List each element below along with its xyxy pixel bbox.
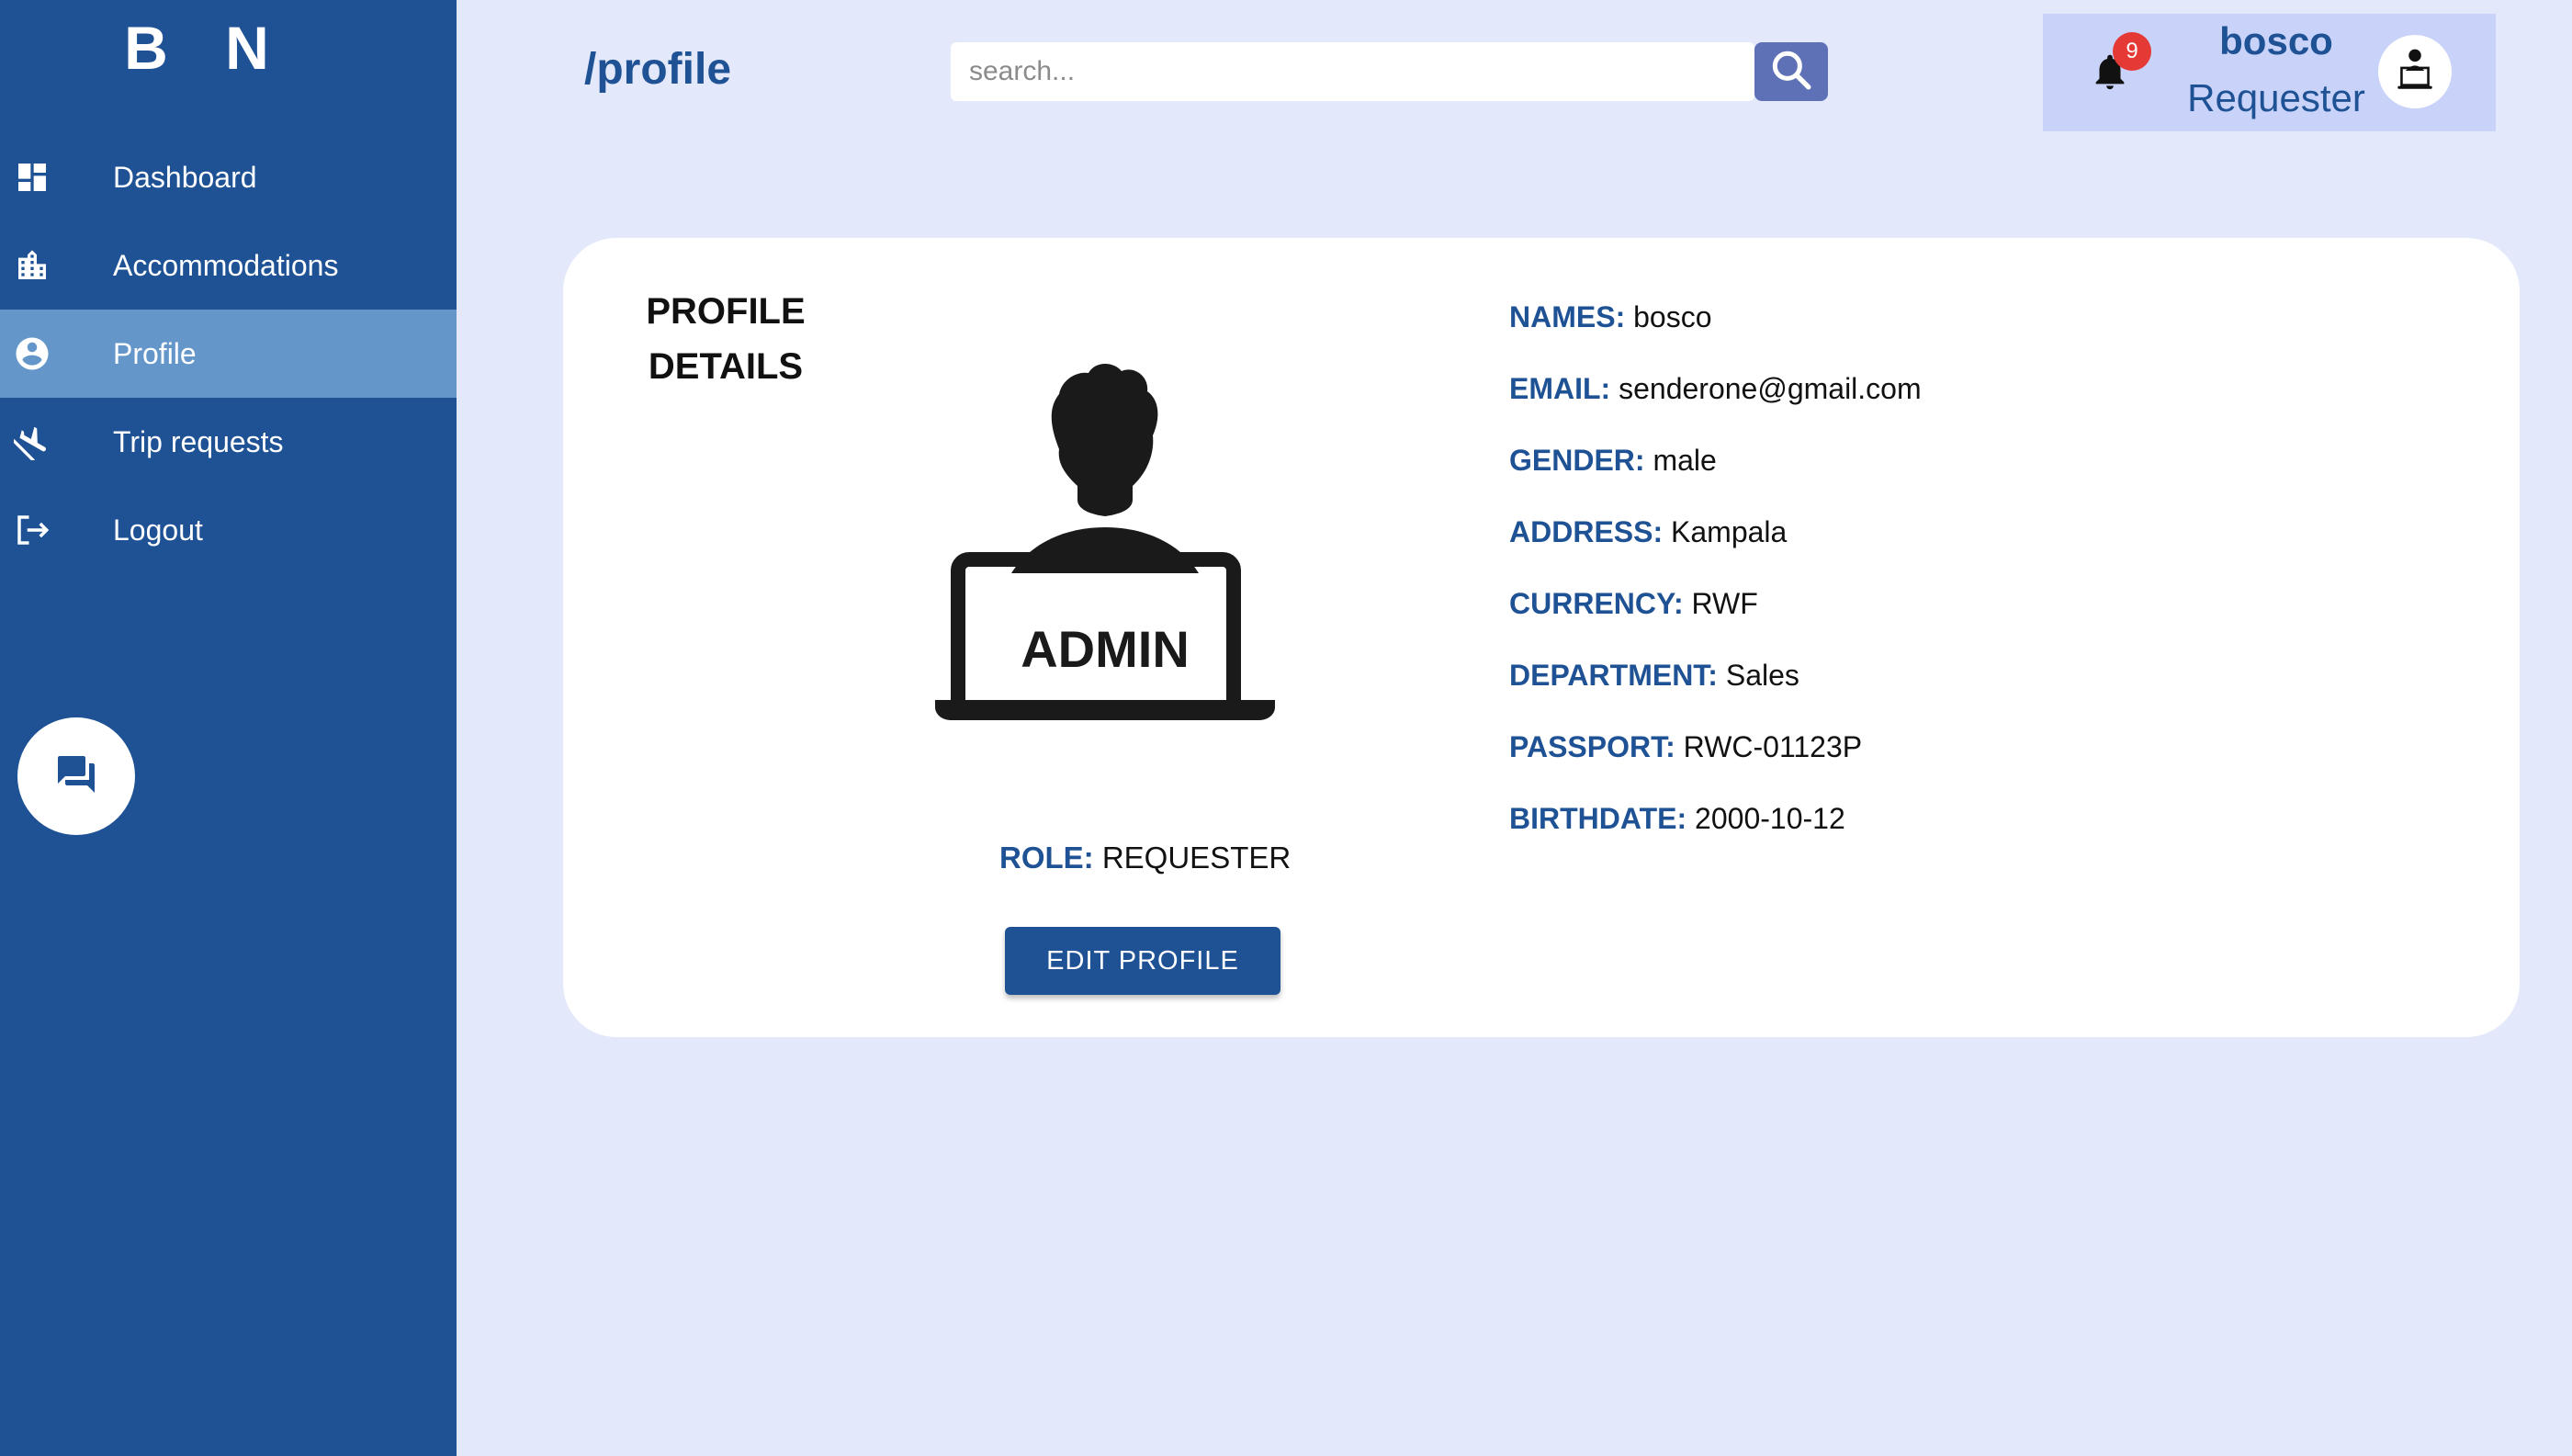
chat-button[interactable] xyxy=(17,717,135,835)
field-label: BIRTHDATE: xyxy=(1509,802,1687,835)
field-value: Kampala xyxy=(1671,515,1788,548)
field-label: DEPARTMENT: xyxy=(1509,659,1718,692)
field-label: ADDRESS: xyxy=(1509,515,1664,548)
sidebar-item-label: Trip requests xyxy=(113,424,284,458)
sidebar-item-dashboard[interactable]: Dashboard xyxy=(0,133,457,221)
admin-icon: ADMIN xyxy=(935,364,1275,728)
profile-fields: NAMES: bosco EMAIL: senderone@gmail.com … xyxy=(1509,299,1922,872)
sidebar-item-logout[interactable]: Logout xyxy=(0,486,457,574)
dashboard-icon xyxy=(13,158,51,197)
field-value: senderone@gmail.com xyxy=(1619,372,1922,405)
logout-icon xyxy=(13,511,51,549)
field-value: RWC-01123P xyxy=(1683,730,1863,763)
card-title: PROFILE DETAILS xyxy=(646,291,806,387)
brand-logo: B N xyxy=(124,14,289,82)
field-label: NAMES: xyxy=(1509,300,1626,333)
admin-label: ADMIN xyxy=(1021,620,1190,678)
field-value: bosco xyxy=(1633,300,1712,333)
field-value: Sales xyxy=(1725,659,1799,692)
field-label: EMAIL: xyxy=(1509,372,1611,405)
search-input[interactable] xyxy=(951,42,1754,101)
field-label: PASSPORT: xyxy=(1509,730,1675,763)
field-passport: PASSPORT: RWC-01123P xyxy=(1509,728,1922,800)
profile-card: PROFILE DETAILS ADMIN ROLE: REQUESTER ED… xyxy=(563,238,2520,1037)
field-value: 2000-10-12 xyxy=(1695,802,1845,835)
field-names: NAMES: bosco xyxy=(1509,299,1922,370)
field-gender: GENDER: male xyxy=(1509,442,1922,514)
field-label: CURRENCY: xyxy=(1509,587,1684,620)
avatar[interactable] xyxy=(2378,35,2452,108)
sidebar-item-accommodations[interactable]: Accommodations xyxy=(0,221,457,310)
sidebar-item-label: Dashboard xyxy=(113,160,257,194)
field-birthdate: BIRTHDATE: 2000-10-12 xyxy=(1509,800,1922,872)
field-value: RWF xyxy=(1691,587,1758,620)
role-line: ROLE: REQUESTER xyxy=(999,841,1291,875)
field-email: EMAIL: senderone@gmail.com xyxy=(1509,370,1922,442)
sidebar-item-trip-requests[interactable]: Trip requests xyxy=(0,398,457,486)
sidebar-item-label: Logout xyxy=(113,513,203,547)
admin-illustration: ADMIN xyxy=(931,353,1280,728)
sidebar-item-label: Profile xyxy=(113,336,197,370)
field-address: ADDRESS: Kampala xyxy=(1509,514,1922,585)
sidebar-item-label: Accommodations xyxy=(113,248,339,282)
edit-profile-button[interactable]: EDIT PROFILE xyxy=(1005,927,1280,995)
sidebar: B N Dashboard Accommodations Profile Tri… xyxy=(0,0,457,1456)
field-department: DEPARTMENT: Sales xyxy=(1509,657,1922,728)
field-label: GENDER: xyxy=(1509,444,1645,477)
field-currency: CURRENCY: RWF xyxy=(1509,585,1922,657)
search-icon xyxy=(1768,47,1814,97)
search-button[interactable] xyxy=(1754,42,1828,101)
sidebar-item-profile[interactable]: Profile xyxy=(0,310,457,398)
search-bar xyxy=(951,42,1828,103)
field-value: male xyxy=(1653,444,1717,477)
role-value: REQUESTER xyxy=(1101,841,1292,875)
chat-icon xyxy=(54,752,98,801)
flight-icon xyxy=(13,423,51,461)
account-circle-icon xyxy=(13,334,51,373)
building-icon xyxy=(13,246,51,285)
page-title: /profile xyxy=(584,45,732,94)
user-panel: 9 bosco Requester xyxy=(2043,14,2496,131)
admin-avatar-icon xyxy=(2391,46,2439,98)
role-label: ROLE: xyxy=(999,841,1094,875)
